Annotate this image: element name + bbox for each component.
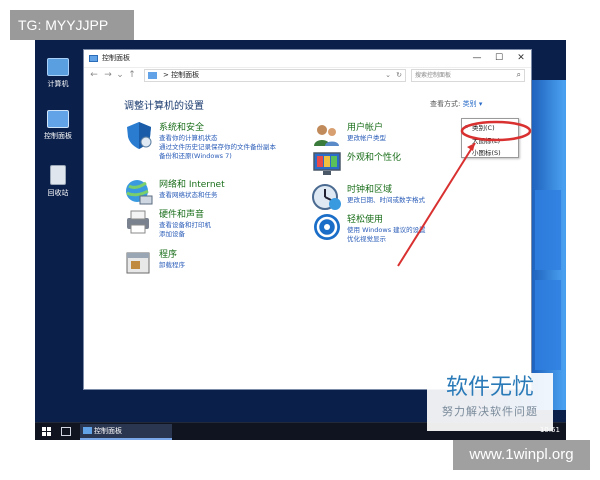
category-link[interactable]: 备份和还原(Windows 7)	[159, 150, 232, 160]
brand-subtitle: 努力解决软件问题	[442, 405, 538, 418]
category-link[interactable]: 查看网络状态和任务	[159, 189, 218, 199]
up-button[interactable]: ↑	[126, 70, 138, 80]
display-icon	[313, 152, 341, 175]
recycle-bin-icon	[50, 165, 66, 185]
minimize-button[interactable]: —	[466, 51, 488, 65]
search-input[interactable]: 搜索控制面板 ⌕	[411, 69, 525, 82]
category-link[interactable]: 更改帐户类型	[347, 132, 386, 142]
category-title[interactable]: 外观和个性化	[347, 150, 401, 163]
category-link[interactable]: 更改日期、时间或数字格式	[347, 194, 425, 204]
recent-locations-button[interactable]: ⌄	[114, 70, 126, 80]
page-title: 调整计算机的设置	[124, 101, 204, 112]
screenshot-frame: TG: MYYJJPP 计算机 控制面板 回收站 控制面板 — ☐ ✕ ← → …	[0, 0, 600, 480]
wallpaper-pane	[535, 190, 561, 270]
brand-title: 软件无忧	[445, 375, 534, 400]
menu-item-category[interactable]: 类别(C)	[472, 122, 495, 132]
forward-button[interactable]: →	[102, 70, 114, 80]
refresh-icon[interactable]: ↻	[396, 70, 402, 81]
accessibility-icon	[314, 214, 340, 240]
site-label: www.1winpl.org	[453, 440, 590, 470]
title-bar[interactable]: 控制面板 — ☐ ✕	[84, 50, 531, 68]
breadcrumb[interactable]: 控制面板	[171, 71, 199, 79]
control-panel-icon	[47, 110, 69, 128]
address-dropdown-icon[interactable]: ⌄	[385, 70, 391, 81]
wallpaper-pane	[535, 280, 561, 370]
view-by-value[interactable]: 类别 ▾	[463, 100, 483, 108]
category-link[interactable]: 卸载程序	[159, 259, 185, 269]
desktop-icon-control-panel[interactable]: 控制面板	[39, 110, 77, 141]
selected-indicator-icon	[465, 125, 468, 128]
search-placeholder: 搜索控制面板	[415, 72, 452, 79]
brand-watermark: 软件无忧 努力解决软件问题	[427, 373, 553, 431]
control-panel-icon	[148, 72, 157, 79]
users-icon	[314, 125, 339, 146]
watermark-tag: TG: MYYJJPP	[10, 10, 134, 40]
programs-icon	[126, 252, 150, 274]
back-button[interactable]: ←	[88, 70, 100, 80]
main-content: 调整计算机的设置 查看方式: 类别 ▾ 系统和安全 查看你的计算机状态 通过文件…	[84, 84, 531, 389]
search-icon[interactable]: ⌕	[517, 69, 521, 80]
close-button[interactable]: ✕	[510, 51, 532, 65]
address-bar[interactable]: > 控制面板 ⌄ ↻	[144, 69, 406, 82]
desktop-icon-label: 回收站	[47, 189, 69, 197]
control-panel-icon	[83, 427, 92, 434]
maximize-button[interactable]: ☐	[488, 51, 510, 65]
task-view-icon[interactable]	[61, 427, 71, 436]
taskbar-item-control-panel[interactable]: 控制面板	[80, 424, 172, 440]
view-by-control[interactable]: 查看方式: 类别 ▾	[430, 99, 482, 109]
category-link[interactable]: 添加设备	[159, 228, 185, 238]
control-panel-icon	[89, 55, 98, 62]
window-title: 控制面板	[102, 54, 130, 62]
taskbar-item-label: 控制面板	[94, 427, 122, 435]
desktop-icon-computer[interactable]: 计算机	[39, 58, 77, 89]
clock-icon	[312, 184, 341, 210]
view-by-label: 查看方式:	[430, 100, 461, 108]
category-link[interactable]: 优化视觉显示	[347, 233, 386, 243]
navigation-bar: ← → ⌄ ↑ > 控制面板 ⌄ ↻ 搜索控制面板 ⌕	[84, 68, 531, 84]
shield-icon	[127, 122, 152, 149]
computer-icon	[47, 58, 69, 76]
windows-start-icon[interactable]	[42, 427, 52, 437]
address-separator: >	[163, 71, 169, 79]
desktop-icon-label: 控制面板	[44, 132, 72, 140]
menu-item-large-icons[interactable]: 大图标(L)	[472, 135, 500, 145]
control-panel-window: 控制面板 — ☐ ✕ ← → ⌄ ↑ > 控制面板 ⌄ ↻ 搜索控制面板 ⌕ 调…	[83, 49, 532, 390]
menu-item-small-icons[interactable]: 小图标(S)	[472, 147, 501, 157]
network-icon	[126, 180, 153, 205]
desktop-icon-recycle-bin[interactable]: 回收站	[39, 165, 77, 198]
printer-icon	[127, 210, 149, 234]
view-by-menu: 类别(C) 大图标(L) 小图标(S)	[461, 118, 519, 158]
desktop-icon-label: 计算机	[47, 80, 69, 88]
